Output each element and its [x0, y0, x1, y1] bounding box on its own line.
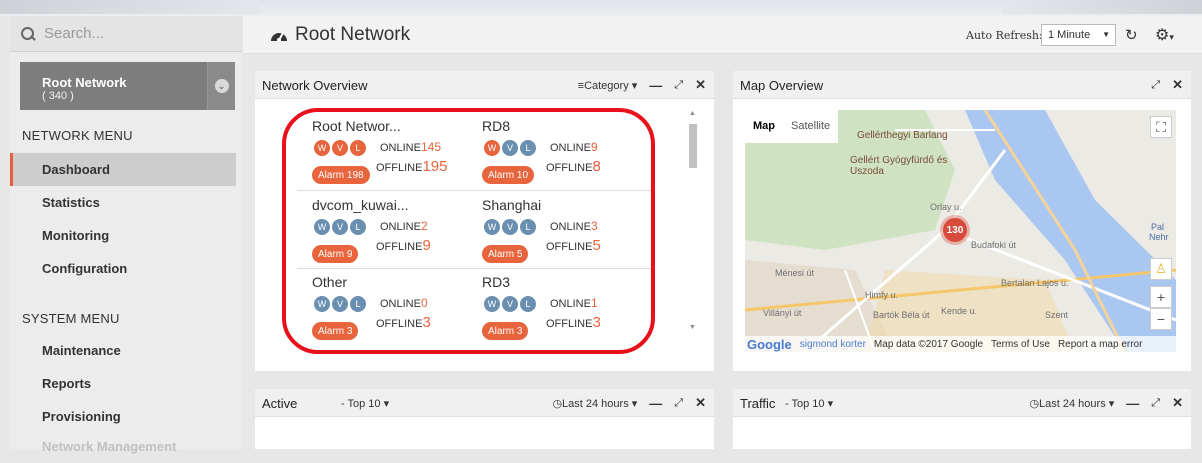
traffic-header: Traffic - Top 10 ▾ ◷Last 24 hours ▾ — ⤢ … — [733, 389, 1191, 417]
expand-icon[interactable]: ⤢ — [674, 79, 683, 92]
street-label: Himfy u. — [865, 290, 899, 300]
map-overview-title: Map Overview — [740, 78, 824, 93]
street-label: Szent — [1045, 310, 1069, 320]
expand-toggle[interactable]: ⌄ — [207, 62, 235, 110]
scroll-down-icon[interactable]: ▼ — [689, 324, 696, 331]
network-menu-heading: NETWORK MENU — [22, 128, 133, 143]
map-view[interactable]: Map Satellite Gellérthegyi Barlang Gellé… — [745, 110, 1176, 352]
scroll-thumb[interactable] — [689, 124, 697, 168]
active-header: Active - Top 10 ▾ ◷Last 24 hours ▾ — ⤢ ✕ — [255, 389, 714, 417]
gear-icon[interactable]: ⚙▾ — [1155, 25, 1174, 45]
google-logo: Google — [747, 336, 792, 352]
chevron-down-icon: ⌄ — [214, 79, 229, 93]
close-icon[interactable]: ✕ — [1172, 395, 1183, 411]
close-icon[interactable]: ✕ — [1172, 77, 1183, 93]
active-title: Active — [262, 396, 298, 411]
street-label: Orlay u. — [930, 202, 962, 212]
active-top-dropdown[interactable]: - Top 10 ▾ — [341, 397, 389, 410]
network-overview-title: Network Overview — [262, 78, 368, 93]
sidebar: Root Network ( 340 ) ⌄ NETWORK MENU Dash… — [10, 16, 242, 454]
menu-statistics[interactable]: Statistics — [10, 186, 236, 219]
map-sub-label: sigmond korter — [799, 338, 866, 350]
expand-icon[interactable]: ⤢ — [1151, 397, 1160, 410]
category-dropdown[interactable]: ≡Category ▾ — [578, 79, 638, 92]
auto-refresh-select[interactable]: 1 Minute ▼ — [1041, 24, 1116, 46]
map-button[interactable]: Map — [745, 110, 783, 143]
scroll-up-icon[interactable]: ▲ — [689, 110, 696, 117]
refresh-icon[interactable]: ↻ — [1125, 26, 1138, 44]
street-label: Ménesi út — [775, 268, 815, 278]
poi-label: Gellért Gyógyfürdő és Uszoda — [850, 155, 948, 177]
minimize-icon[interactable]: — — [1126, 396, 1139, 411]
close-icon[interactable]: ✕ — [695, 395, 706, 411]
menu-dashboard[interactable]: Dashboard — [10, 153, 236, 186]
traffic-top-dropdown[interactable]: - Top 10 ▾ — [785, 397, 833, 410]
auto-refresh-value: 1 Minute — [1048, 29, 1091, 41]
traffic-panel: Traffic - Top 10 ▾ ◷Last 24 hours ▾ — ⤢ … — [733, 389, 1191, 449]
dashboard-icon — [271, 32, 287, 42]
street-label: Bertalan Lajos u. — [1001, 278, 1069, 288]
highlight-frame — [282, 108, 655, 354]
caret-down-icon: ▼ — [1102, 30, 1110, 39]
auto-refresh-label: Auto Refresh: — [966, 29, 1043, 42]
close-icon[interactable]: ✕ — [695, 77, 706, 93]
menu-monitoring[interactable]: Monitoring — [10, 219, 236, 252]
traffic-controls: ◷Last 24 hours ▾ — ⤢ ✕ — [1029, 395, 1183, 411]
faded-header-right — [1002, 0, 1202, 14]
street-label: Villányi út — [763, 308, 802, 318]
network-overview-header: Network Overview ≡Category ▾ — ⤢ ✕ — [255, 71, 714, 99]
fullscreen-icon[interactable]: ⛶ — [1150, 116, 1172, 138]
edge-label: Nehr — [1149, 232, 1169, 242]
category-label: Category — [584, 79, 629, 92]
network-overview-controls: ≡Category ▾ — ⤢ ✕ — [578, 77, 706, 93]
search-icon — [20, 26, 36, 42]
report-error-link[interactable]: Report a map error — [1058, 339, 1142, 350]
zoom-out-icon[interactable]: − — [1150, 308, 1172, 330]
expand-icon[interactable]: ⤢ — [674, 397, 683, 410]
system-menu-heading: SYSTEM MENU — [22, 311, 120, 326]
menu-reports[interactable]: Reports — [10, 367, 236, 400]
menu-configuration[interactable]: Configuration — [10, 252, 236, 285]
search-bar[interactable] — [10, 16, 242, 52]
page-title-text: Root Network — [295, 24, 411, 45]
satellite-button[interactable]: Satellite — [783, 110, 838, 143]
faded-header-left — [0, 0, 260, 14]
traffic-title: Traffic — [740, 396, 776, 411]
menu-network-management[interactable]: Network Management — [10, 430, 236, 463]
page-title: Root Network — [269, 24, 410, 46]
overview-scrollbar[interactable]: ▲ ▼ — [687, 108, 699, 336]
root-network-count: ( 340 ) — [42, 90, 74, 102]
root-network-name: Root Network — [42, 75, 127, 90]
active-controls: ◷Last 24 hours ▾ — ⤢ ✕ — [552, 395, 706, 411]
map-footer: Google sigmond korter Map data ©2017 Goo… — [745, 336, 1176, 352]
terms-link[interactable]: Terms of Use — [991, 339, 1050, 350]
search-input[interactable] — [44, 25, 224, 42]
map-overview-header: Map Overview ⤢ ✕ — [733, 71, 1191, 99]
map-data-label: Map data ©2017 Google — [873, 338, 984, 350]
traffic-range-dropdown[interactable]: ◷Last 24 hours ▾ — [1029, 397, 1114, 410]
page-header: Root Network Auto Refresh: 1 Minute ▼ ↻ … — [243, 16, 1202, 54]
active-panel: Active - Top 10 ▾ ◷Last 24 hours ▾ — ⤢ ✕ — [255, 389, 714, 449]
pegman-icon[interactable]: ♙ — [1150, 258, 1172, 280]
map-type-switch: Map Satellite — [745, 110, 839, 143]
map-overview-controls: ⤢ ✕ — [1151, 77, 1183, 93]
menu-maintenance[interactable]: Maintenance — [10, 334, 236, 367]
zoom-in-icon[interactable]: + — [1150, 286, 1172, 308]
minimize-icon[interactable]: — — [649, 396, 662, 411]
device-cluster-marker[interactable]: 130 — [943, 218, 967, 242]
street-label: Bartók Béla út — [873, 310, 930, 320]
minimize-icon[interactable]: — — [649, 78, 662, 93]
menu-provisioning[interactable]: Provisioning — [10, 400, 236, 433]
poi-label: Gellérthegyi Barlang — [857, 130, 948, 141]
edge-label: Pal — [1151, 222, 1165, 232]
expand-icon[interactable]: ⤢ — [1151, 79, 1160, 92]
street-label: Kende u. — [941, 306, 978, 316]
root-network-selector[interactable]: Root Network ( 340 ) ⌄ — [20, 62, 235, 110]
street-label: Budafoki út — [971, 240, 1017, 250]
active-range-dropdown[interactable]: ◷Last 24 hours ▾ — [552, 397, 637, 410]
